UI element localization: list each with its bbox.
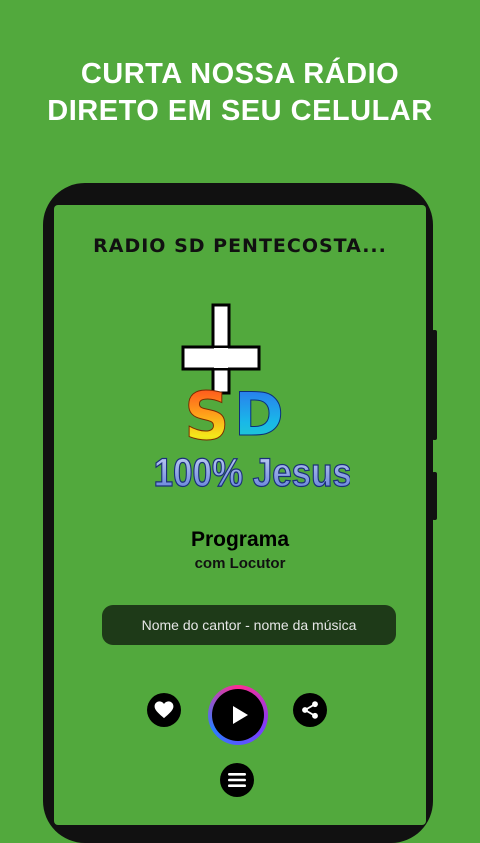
now-playing-banner: Nome do cantor - nome da música bbox=[102, 605, 396, 645]
phone-volume-button bbox=[432, 472, 437, 520]
play-icon bbox=[232, 706, 248, 724]
play-button[interactable] bbox=[208, 685, 268, 745]
station-name: RADIO SD PENTECOSTA... bbox=[93, 235, 387, 257]
svg-text:S: S bbox=[184, 379, 229, 456]
promo-headline: CURTA NOSSA RÁDIO DIRETO EM SEU CELULAR bbox=[0, 56, 480, 130]
promo-line-1: CURTA NOSSA RÁDIO bbox=[80, 58, 400, 90]
share-button[interactable] bbox=[293, 693, 327, 727]
program-title: Programa bbox=[190, 528, 290, 551]
menu-icon bbox=[228, 773, 246, 787]
promo-line-2: DIRETO EM SEU CELULAR bbox=[47, 95, 433, 127]
share-icon bbox=[302, 701, 318, 719]
svg-text:D: D bbox=[234, 380, 284, 450]
station-logo: S D 100% Jesus bbox=[153, 303, 350, 491]
phone-screen: RADIO SD PENTECOSTA... S D 100% Jesus Pr… bbox=[54, 205, 426, 825]
program-host: com Locutor bbox=[194, 555, 286, 572]
menu-button[interactable] bbox=[220, 763, 254, 797]
favorite-button[interactable] bbox=[147, 693, 181, 727]
play-button-inner bbox=[212, 689, 264, 741]
heart-icon bbox=[154, 701, 174, 719]
logo-tagline: 100% Jesus bbox=[154, 450, 350, 491]
phone-power-button bbox=[432, 330, 437, 440]
